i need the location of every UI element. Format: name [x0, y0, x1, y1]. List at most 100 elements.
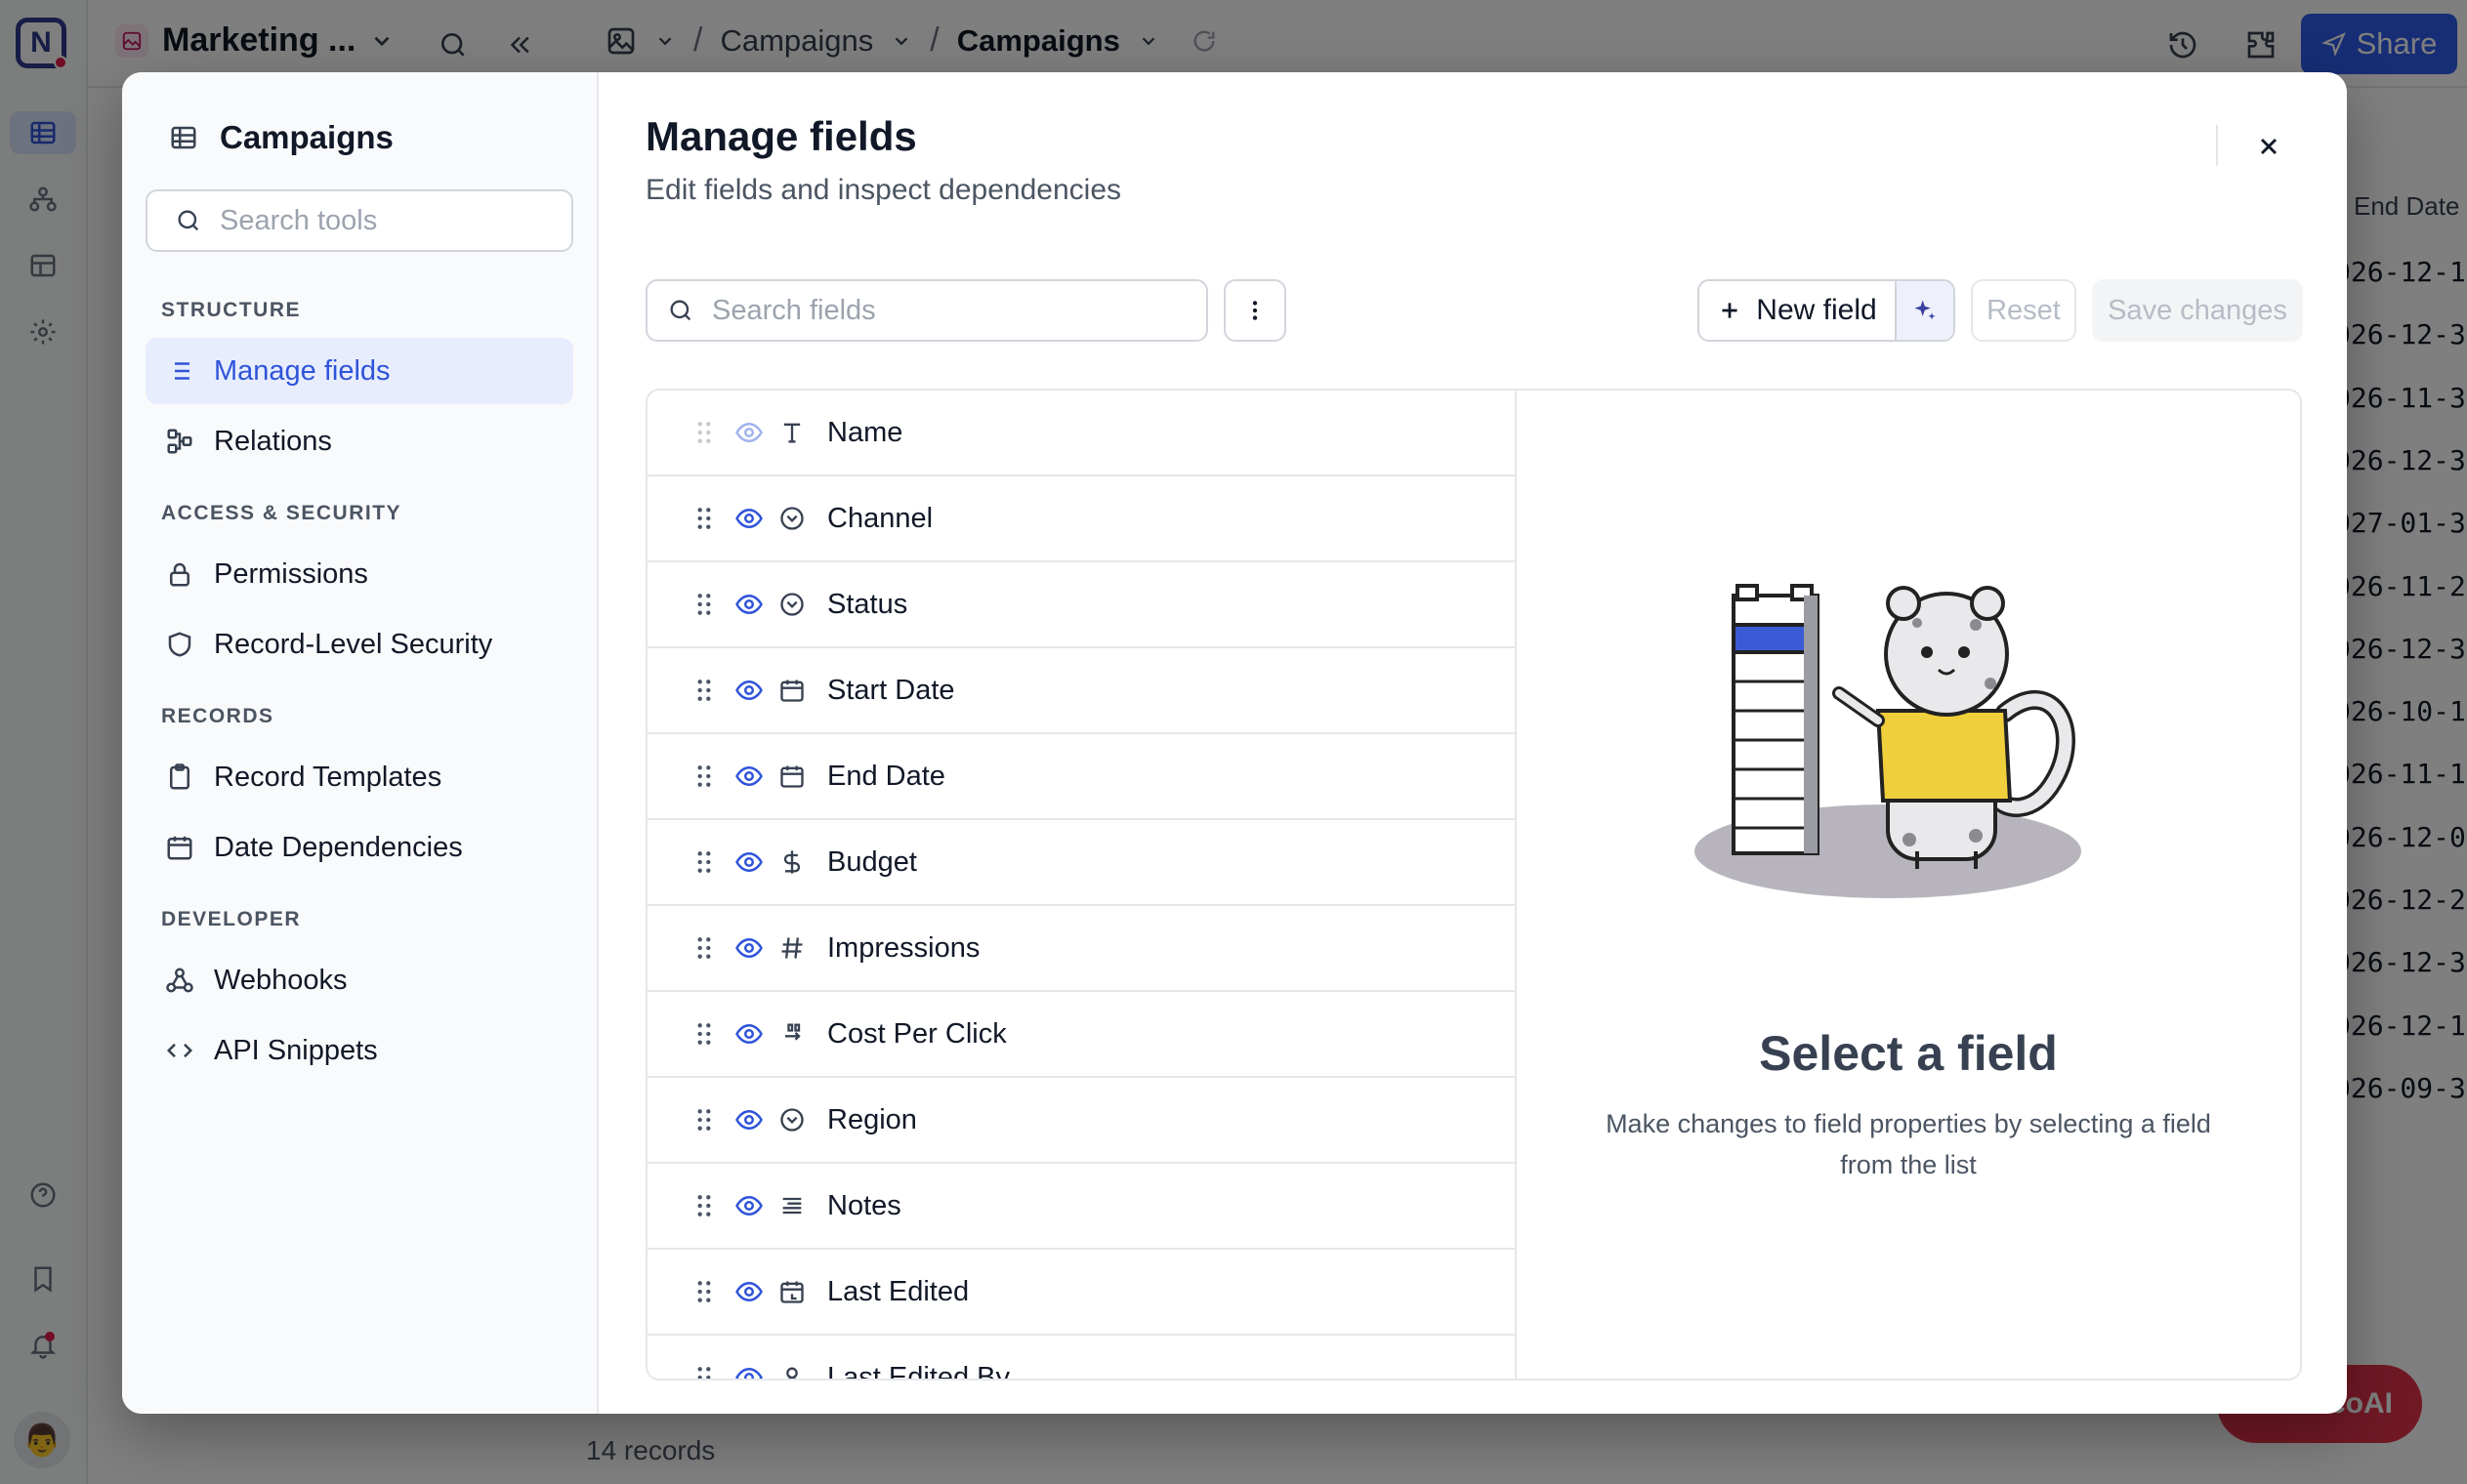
more-vertical-icon	[1252, 301, 1258, 320]
field-name: Cost Per Click	[827, 1017, 1007, 1050]
sidebar-item-label: Date Dependencies	[214, 831, 463, 863]
new-field-button[interactable]: New field	[1699, 281, 1895, 340]
shield-icon	[168, 632, 191, 657]
calendar-icon	[167, 836, 192, 860]
field-row[interactable]: Impressions	[648, 906, 1515, 992]
currency-type-icon	[773, 848, 812, 876]
plus-icon	[1722, 303, 1737, 318]
drag-handle-icon[interactable]	[683, 592, 726, 617]
field-row[interactable]: Channel	[648, 476, 1515, 562]
select-type-icon	[773, 1106, 812, 1134]
list-icon	[170, 362, 189, 380]
field-name: Status	[827, 588, 908, 620]
visibility-eye-icon[interactable]	[730, 1105, 769, 1134]
visibility-eye-icon[interactable]	[730, 1019, 769, 1049]
sidebar-title-label: Campaigns	[220, 119, 394, 155]
page-title: Manage fields	[646, 113, 917, 159]
more-options-button[interactable]	[1224, 279, 1286, 342]
empty-state-description: Make changes to field properties by sele…	[1575, 1103, 2241, 1185]
field-row[interactable]: Last Edited By	[648, 1336, 1515, 1379]
last-edited-type-icon	[773, 1278, 812, 1305]
divider	[2216, 125, 2218, 166]
decimal-type-icon	[773, 1020, 812, 1048]
section-label-developer: DEVELOPER	[161, 908, 302, 930]
sidebar-item-label: Webhooks	[214, 964, 348, 996]
close-icon	[2260, 138, 2278, 155]
empty-state-description-line: from the list	[1840, 1150, 1977, 1179]
new-field-button-group: New field	[1697, 279, 1955, 342]
fields-panel: Name Channel Status Start Date End Date Budge…	[646, 389, 2302, 1381]
field-name: Notes	[827, 1189, 901, 1221]
sidebar-item-permissions[interactable]: Permissions	[146, 541, 573, 607]
field-row[interactable]: End Date	[648, 734, 1515, 820]
user-type-icon	[773, 1364, 812, 1379]
field-name: Impressions	[827, 931, 981, 964]
sidebar-item-relations[interactable]: Relations	[146, 408, 573, 474]
search-fields-placeholder: Search fields	[712, 294, 876, 326]
save-changes-button[interactable]: Save changes	[2092, 279, 2303, 342]
visibility-eye-icon[interactable]	[730, 933, 769, 963]
drag-handle-icon[interactable]	[683, 1193, 726, 1218]
search-tools-placeholder: Search tools	[220, 204, 378, 236]
long-text-type-icon	[773, 1192, 812, 1219]
sidebar-item-label: Relations	[214, 425, 332, 457]
sidebar-item-manage-fields[interactable]: Manage fields	[146, 338, 573, 404]
relations-icon	[167, 429, 192, 454]
visibility-eye-icon[interactable]	[730, 676, 769, 705]
snow-leopard-illustration	[1683, 547, 2093, 918]
ai-new-field-button[interactable]	[1895, 281, 1953, 340]
close-button[interactable]	[2239, 117, 2298, 176]
visibility-eye-icon[interactable]	[730, 847, 769, 877]
drag-handle-icon[interactable]	[683, 506, 726, 531]
drag-handle-icon[interactable]	[683, 1021, 726, 1047]
search-icon	[670, 300, 691, 321]
drag-handle-icon[interactable]	[683, 935, 726, 961]
select-type-icon	[773, 505, 812, 532]
field-row[interactable]: Cost Per Click	[648, 992, 1515, 1078]
visibility-eye-icon[interactable]	[730, 1277, 769, 1306]
visibility-eye-icon[interactable]	[730, 504, 769, 533]
clipboard-icon	[170, 763, 189, 790]
visibility-eye-icon[interactable]	[730, 762, 769, 791]
sidebar-item-api-snippets[interactable]: API Snippets	[146, 1017, 573, 1084]
visibility-eye-icon[interactable]	[730, 1191, 769, 1220]
new-field-label: New field	[1756, 294, 1877, 326]
lock-icon	[170, 562, 189, 587]
field-row[interactable]: Region	[648, 1078, 1515, 1164]
drag-handle-icon[interactable]	[683, 1279, 726, 1304]
search-fields-input[interactable]: Search fields	[646, 279, 1208, 342]
sidebar-item-record-level-security[interactable]: Record-Level Security	[146, 611, 573, 678]
visibility-eye-icon[interactable]	[730, 590, 769, 619]
field-row[interactable]: Last Edited	[648, 1250, 1515, 1336]
field-row[interactable]: Start Date	[648, 648, 1515, 734]
field-list: Name Channel Status Start Date End Date Budge…	[648, 391, 1517, 1379]
drag-handle-icon[interactable]	[683, 1107, 726, 1133]
field-name: Last Edited	[827, 1275, 970, 1307]
visibility-eye-icon[interactable]	[730, 418, 769, 447]
field-row[interactable]: Name	[648, 391, 1515, 476]
sidebar-item-webhooks[interactable]: Webhooks	[146, 947, 573, 1013]
field-row[interactable]: Budget	[648, 820, 1515, 906]
sidebar-item-record-templates[interactable]: Record Templates	[146, 744, 573, 810]
field-row[interactable]: Notes	[648, 1164, 1515, 1250]
sidebar-item-date-dependencies[interactable]: Date Dependencies	[146, 814, 573, 881]
drag-handle-icon[interactable]	[683, 763, 726, 789]
number-type-icon	[773, 934, 812, 962]
drag-handle-icon[interactable]	[683, 849, 726, 875]
drag-handle-icon[interactable]	[683, 678, 726, 703]
reset-button[interactable]: Reset	[1971, 279, 2076, 342]
visibility-eye-icon[interactable]	[730, 1363, 769, 1379]
page-subtitle: Edit fields and inspect dependencies	[646, 174, 1122, 206]
drag-handle-icon[interactable]	[683, 1365, 726, 1379]
search-tools-input[interactable]: Search tools	[146, 189, 573, 252]
field-name: Channel	[827, 502, 934, 534]
field-row[interactable]: Status	[648, 562, 1515, 648]
field-detail-panel: Select a field Make changes to field pro…	[1517, 391, 2300, 1379]
table-icon	[171, 126, 196, 149]
drag-handle-icon[interactable]	[683, 420, 726, 445]
manage-fields-main: Manage fields Edit fields and inspect de…	[599, 72, 2347, 1414]
webhook-icon	[166, 968, 193, 993]
text-type-icon	[773, 419, 812, 446]
section-label-records: RECORDS	[161, 705, 274, 727]
field-name: Start Date	[827, 674, 955, 706]
